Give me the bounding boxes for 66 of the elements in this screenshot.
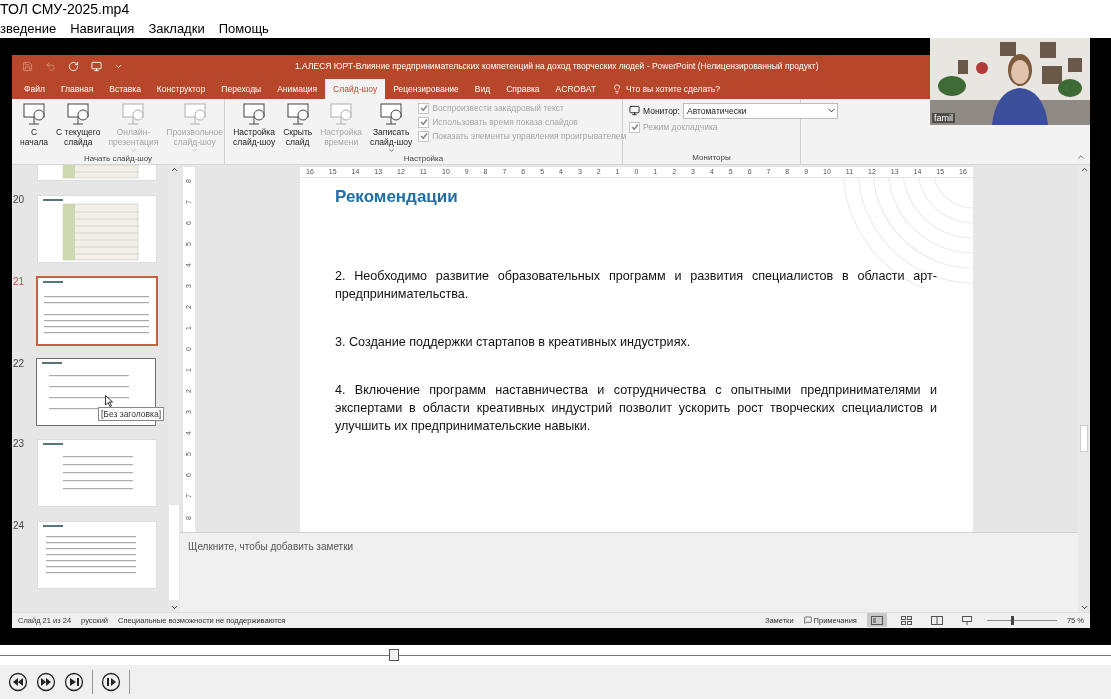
step-button[interactable]	[101, 672, 121, 692]
ribbon-button[interactable]: С текущего слайда	[54, 100, 103, 154]
menu-item[interactable]: зведение	[0, 20, 57, 36]
redo-icon[interactable]	[68, 60, 79, 72]
menu-item[interactable]: Помощь	[218, 20, 269, 36]
notes-placeholder[interactable]: Щелкните, чтобы добавить заметки	[188, 540, 354, 552]
rewind-button[interactable]	[8, 672, 28, 692]
ribbon-tab[interactable]: Анимация	[269, 78, 326, 99]
group-label: Начать слайд-шоу	[82, 153, 154, 164]
monitor-label: Монитор:	[643, 105, 680, 116]
slide-paragraph: 4. Включение программ наставничества и сотрудничества с опытными предпринимателями и экспертами в области креативных индустрий позволит ускорить рост творческих специалистов и улучшить их предпринимательские навыки.	[335, 381, 937, 435]
ribbon-tab[interactable]: ACROBAT	[547, 78, 605, 99]
lightbulb-icon	[612, 83, 623, 94]
ribbon-tab[interactable]: Вид	[466, 78, 499, 99]
document-title: 1.АЛЕСЯ ЮРТ-Влияние предпринимательских компетенций на доход творческих людей - PowerPoint (Нелицензированный продукт)	[295, 61, 819, 72]
ribbon-button[interactable]: С начала	[18, 100, 51, 154]
ribbon-tab[interactable]: Слайд-шоу	[325, 78, 386, 99]
sorter-view-icon	[900, 615, 913, 625]
checkbox-label: Использовать время показа слайдов	[432, 117, 578, 128]
view-button[interactable]	[866, 613, 887, 628]
next-button[interactable]	[64, 672, 84, 692]
group-label: Настройка	[402, 153, 445, 164]
ribbon-tab[interactable]: Конструктор	[148, 78, 214, 99]
monitor-dropdown[interactable]: Автоматически	[682, 102, 838, 119]
caret-icon	[191, 146, 199, 154]
caret-icon	[387, 146, 395, 154]
scroll-thumb[interactable]	[169, 504, 179, 600]
caret-icon	[129, 146, 137, 154]
slide-number: 23	[12, 437, 26, 449]
window-title: ТОЛ СМУ-2025.mp4	[0, 0, 131, 18]
slide-paragraph: 2. Необходимо развитие образовательных программ и развития специалистов в области арт-предпринимательства.	[335, 267, 937, 303]
speech-bubble-icon	[803, 616, 812, 625]
ribbon-tab[interactable]: Файл	[16, 78, 53, 99]
normal-view-icon	[870, 615, 883, 625]
slide-number: 24	[12, 519, 26, 531]
monitor-icon	[629, 105, 640, 117]
seek-handle[interactable]	[388, 649, 399, 661]
seek-bar[interactable]	[0, 648, 1111, 662]
forward-button[interactable]	[36, 672, 56, 692]
ribbon-tab[interactable]: Рецензирование	[385, 78, 467, 99]
slide-thumbnail[interactable]	[36, 275, 158, 346]
slide-paragraph: 3. Создание поддержки стартапов в креативных индустриях.	[335, 333, 692, 351]
slide-title: Рекомендации	[335, 186, 459, 207]
tell-me-field[interactable]: Что вы хотите сделать?	[612, 78, 720, 99]
menu-item[interactable]: Навигация	[70, 20, 135, 36]
menu-item[interactable]: Закладки	[148, 20, 205, 36]
ribbon-tab[interactable]: Вставка	[101, 78, 149, 99]
scroll-thumb[interactable]	[1080, 424, 1088, 452]
checkbox-label: Воспроизвести закадровый текст	[432, 103, 564, 114]
participant-name: famil	[932, 113, 955, 123]
checkbox-label: Режим докладчика	[643, 122, 718, 133]
ribbon-button[interactable]: Скрыть слайд	[281, 100, 315, 154]
ribbon-button[interactable]: Записать слайд-шоу	[368, 100, 415, 154]
show-view-icon	[960, 615, 973, 625]
group-label: Мониторы	[691, 152, 732, 164]
ribbon-tab[interactable]: Переходы	[213, 78, 270, 99]
monitor-icon[interactable]	[91, 60, 102, 72]
checkbox-label: Показать элементы управления проигрывателем	[432, 131, 627, 142]
ribbon-tab[interactable]: Главная	[52, 78, 102, 99]
slide-number: 21	[12, 275, 26, 287]
ribbon-tab[interactable]: Справка	[498, 78, 548, 99]
reading-view-icon	[930, 615, 943, 625]
slide-number: 20	[12, 193, 26, 205]
mouse-cursor-icon	[105, 394, 113, 407]
slide-number: 22	[12, 357, 26, 369]
ribbon-button[interactable]: Настройка слайд-шоу	[231, 100, 278, 154]
